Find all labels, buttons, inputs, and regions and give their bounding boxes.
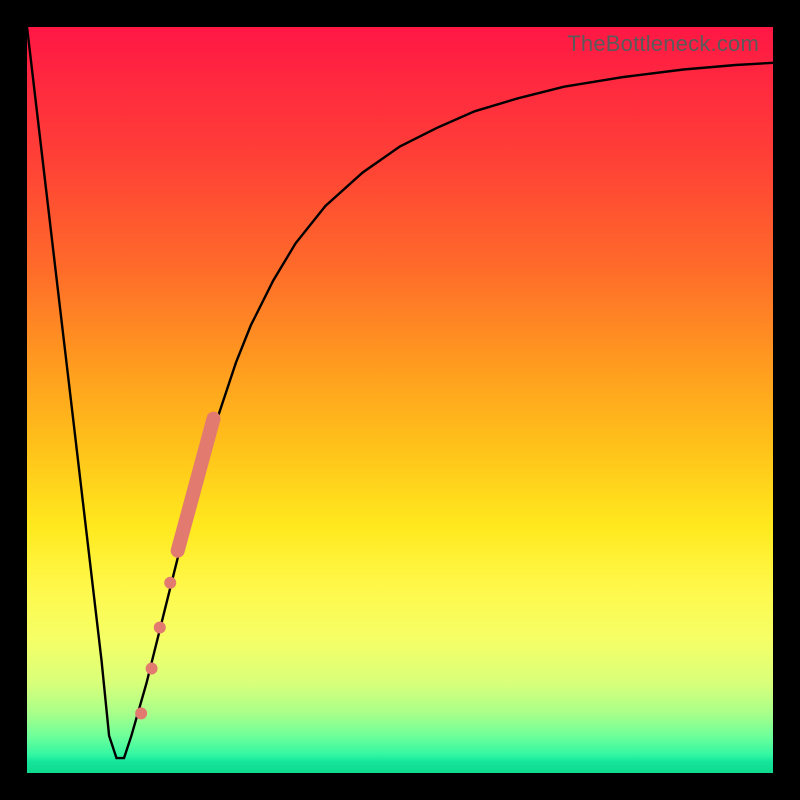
data-marker [154, 622, 166, 634]
data-marker [146, 663, 158, 675]
chart-frame: TheBottleneck.com [0, 0, 800, 800]
highlight-band [178, 419, 214, 551]
watermark-text: TheBottleneck.com [567, 31, 759, 57]
data-marker [135, 707, 147, 719]
curve-layer [27, 27, 773, 773]
data-marker [164, 577, 176, 589]
bottleneck-curve [27, 27, 773, 758]
plot-area: TheBottleneck.com [27, 27, 773, 773]
